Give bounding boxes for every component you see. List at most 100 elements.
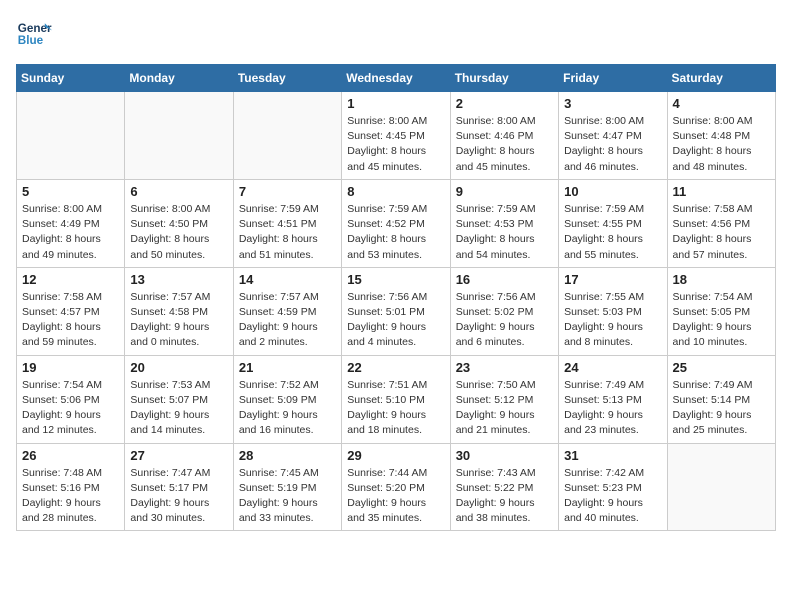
day-info: Sunrise: 8:00 AMSunset: 4:45 PMDaylight:… [347, 114, 444, 175]
day-info: Sunrise: 7:56 AMSunset: 5:02 PMDaylight:… [456, 290, 553, 351]
day-info: Sunrise: 7:51 AMSunset: 5:10 PMDaylight:… [347, 378, 444, 439]
calendar-cell: 30Sunrise: 7:43 AMSunset: 5:22 PMDayligh… [450, 443, 558, 531]
calendar-cell: 14 Sunrise: 7:57 AMSunset: 4:59 PMDayligh… [233, 267, 341, 355]
calendar-cell: 23 Sunrise: 7:50 AMSunset: 5:12 PMDayligh… [450, 355, 558, 443]
day-number: 31 [564, 448, 661, 463]
day-info: Sunrise: 7:56 AMSunset: 5:01 PMDaylight:… [347, 290, 444, 351]
day-number: 25 [673, 360, 770, 375]
day-info: Sunrise: 7:47 AMSunset: 5:17 PMDaylight:… [130, 466, 227, 527]
day-number: 29 [347, 448, 444, 463]
day-number: 10 [564, 184, 661, 199]
calendar-cell: 24 Sunrise: 7:49 AMSunset: 5:13 PMDayligh… [559, 355, 667, 443]
calendar-cell [233, 92, 341, 180]
day-number: 7 [239, 184, 336, 199]
calendar-cell: 1 Sunrise: 8:00 AMSunset: 4:45 PMDaylight… [342, 92, 450, 180]
calendar-cell: 7 Sunrise: 7:59 AMSunset: 4:51 PMDaylight… [233, 179, 341, 267]
day-info: Sunrise: 8:00 AMSunset: 4:46 PMDaylight:… [456, 114, 553, 175]
day-number: 26 [22, 448, 119, 463]
calendar-cell: 26 Sunrise: 7:48 AMSunset: 5:16 PMDayligh… [17, 443, 125, 531]
day-info: Sunrise: 7:42 AMSunset: 5:23 PMDaylight:… [564, 466, 661, 527]
calendar-cell: 13 Sunrise: 7:57 AMSunset: 4:58 PMDayligh… [125, 267, 233, 355]
calendar-cell [125, 92, 233, 180]
day-number: 13 [130, 272, 227, 287]
day-info: Sunrise: 8:00 AMSunset: 4:50 PMDaylight:… [130, 202, 227, 263]
day-info: Sunrise: 8:00 AMSunset: 4:48 PMDaylight:… [673, 114, 770, 175]
day-info: Sunrise: 7:59 AMSunset: 4:52 PMDaylight:… [347, 202, 444, 263]
calendar-cell: 17 Sunrise: 7:55 AMSunset: 5:03 PMDayligh… [559, 267, 667, 355]
day-info: Sunrise: 7:49 AMSunset: 5:14 PMDaylight:… [673, 378, 770, 439]
calendar-cell: 3 Sunrise: 8:00 AMSunset: 4:47 PMDaylight… [559, 92, 667, 180]
calendar-cell: 31 Sunrise: 7:42 AMSunset: 5:23 PMDayligh… [559, 443, 667, 531]
day-number: 8 [347, 184, 444, 199]
calendar-cell: 11Sunrise: 7:58 AMSunset: 4:56 PMDayligh… [667, 179, 775, 267]
day-number: 27 [130, 448, 227, 463]
weekday-header-thursday: Thursday [450, 65, 558, 92]
calendar-cell: 15 Sunrise: 7:56 AMSunset: 5:01 PMDayligh… [342, 267, 450, 355]
day-number: 24 [564, 360, 661, 375]
weekday-header-saturday: Saturday [667, 65, 775, 92]
day-number: 21 [239, 360, 336, 375]
day-info: Sunrise: 7:57 AMSunset: 4:58 PMDaylight:… [130, 290, 227, 351]
day-number: 14 [239, 272, 336, 287]
day-info: Sunrise: 7:54 AMSunset: 5:05 PMDaylight:… [673, 290, 770, 351]
calendar-cell: 20Sunrise: 7:53 AMSunset: 5:07 PMDayligh… [125, 355, 233, 443]
calendar-cell: 28Sunrise: 7:45 AMSunset: 5:19 PMDayligh… [233, 443, 341, 531]
calendar-cell: 12 Sunrise: 7:58 AMSunset: 4:57 PMDayligh… [17, 267, 125, 355]
calendar-cell: 19 Sunrise: 7:54 AMSunset: 5:06 PMDayligh… [17, 355, 125, 443]
day-number: 16 [456, 272, 553, 287]
calendar-cell: 10Sunrise: 7:59 AMSunset: 4:55 PMDayligh… [559, 179, 667, 267]
calendar-table: SundayMondayTuesdayWednesdayThursdayFrid… [16, 64, 776, 531]
day-info: Sunrise: 7:48 AMSunset: 5:16 PMDaylight:… [22, 466, 119, 527]
day-number: 19 [22, 360, 119, 375]
day-number: 3 [564, 96, 661, 111]
week-row-4: 26 Sunrise: 7:48 AMSunset: 5:16 PMDayligh… [17, 443, 776, 531]
calendar-cell: 5Sunrise: 8:00 AMSunset: 4:49 PMDaylight… [17, 179, 125, 267]
calendar-cell [17, 92, 125, 180]
calendar-cell: 2 Sunrise: 8:00 AMSunset: 4:46 PMDaylight… [450, 92, 558, 180]
calendar-cell: 8 Sunrise: 7:59 AMSunset: 4:52 PMDaylight… [342, 179, 450, 267]
day-info: Sunrise: 7:59 AMSunset: 4:51 PMDaylight:… [239, 202, 336, 263]
day-number: 1 [347, 96, 444, 111]
day-info: Sunrise: 7:58 AMSunset: 4:57 PMDaylight:… [22, 290, 119, 351]
weekday-header-sunday: Sunday [17, 65, 125, 92]
week-row-3: 19 Sunrise: 7:54 AMSunset: 5:06 PMDayligh… [17, 355, 776, 443]
svg-text:Blue: Blue [18, 34, 44, 47]
day-number: 4 [673, 96, 770, 111]
calendar-cell: 4 Sunrise: 8:00 AMSunset: 4:48 PMDaylight… [667, 92, 775, 180]
day-info: Sunrise: 7:45 AMSunset: 5:19 PMDaylight:… [239, 466, 336, 527]
day-info: Sunrise: 7:49 AMSunset: 5:13 PMDaylight:… [564, 378, 661, 439]
day-number: 15 [347, 272, 444, 287]
calendar-cell: 18 Sunrise: 7:54 AMSunset: 5:05 PMDayligh… [667, 267, 775, 355]
day-info: Sunrise: 7:44 AMSunset: 5:20 PMDaylight:… [347, 466, 444, 527]
day-info: Sunrise: 7:52 AMSunset: 5:09 PMDaylight:… [239, 378, 336, 439]
logo-icon: General Blue [16, 16, 52, 52]
day-number: 23 [456, 360, 553, 375]
day-info: Sunrise: 7:59 AMSunset: 4:53 PMDaylight:… [456, 202, 553, 263]
calendar-cell: 22 Sunrise: 7:51 AMSunset: 5:10 PMDayligh… [342, 355, 450, 443]
day-number: 18 [673, 272, 770, 287]
week-row-0: 1 Sunrise: 8:00 AMSunset: 4:45 PMDaylight… [17, 92, 776, 180]
day-number: 20 [130, 360, 227, 375]
calendar-header: SundayMondayTuesdayWednesdayThursdayFrid… [17, 65, 776, 92]
day-number: 6 [130, 184, 227, 199]
calendar-cell: 27 Sunrise: 7:47 AMSunset: 5:17 PMDayligh… [125, 443, 233, 531]
calendar-cell: 9 Sunrise: 7:59 AMSunset: 4:53 PMDaylight… [450, 179, 558, 267]
day-number: 17 [564, 272, 661, 287]
day-info: Sunrise: 7:50 AMSunset: 5:12 PMDaylight:… [456, 378, 553, 439]
day-info: Sunrise: 8:00 AMSunset: 4:49 PMDaylight:… [22, 202, 119, 263]
logo: General Blue [16, 16, 52, 52]
day-info: Sunrise: 7:58 AMSunset: 4:56 PMDaylight:… [673, 202, 770, 263]
day-info: Sunrise: 8:00 AMSunset: 4:47 PMDaylight:… [564, 114, 661, 175]
day-info: Sunrise: 7:57 AMSunset: 4:59 PMDaylight:… [239, 290, 336, 351]
calendar-cell: 21 Sunrise: 7:52 AMSunset: 5:09 PMDayligh… [233, 355, 341, 443]
day-number: 9 [456, 184, 553, 199]
calendar-body: 1 Sunrise: 8:00 AMSunset: 4:45 PMDaylight… [17, 92, 776, 531]
calendar-cell: 25 Sunrise: 7:49 AMSunset: 5:14 PMDayligh… [667, 355, 775, 443]
day-number: 2 [456, 96, 553, 111]
day-number: 12 [22, 272, 119, 287]
weekday-header-friday: Friday [559, 65, 667, 92]
day-number: 22 [347, 360, 444, 375]
day-number: 30 [456, 448, 553, 463]
day-info: Sunrise: 7:55 AMSunset: 5:03 PMDaylight:… [564, 290, 661, 351]
day-info: Sunrise: 7:54 AMSunset: 5:06 PMDaylight:… [22, 378, 119, 439]
